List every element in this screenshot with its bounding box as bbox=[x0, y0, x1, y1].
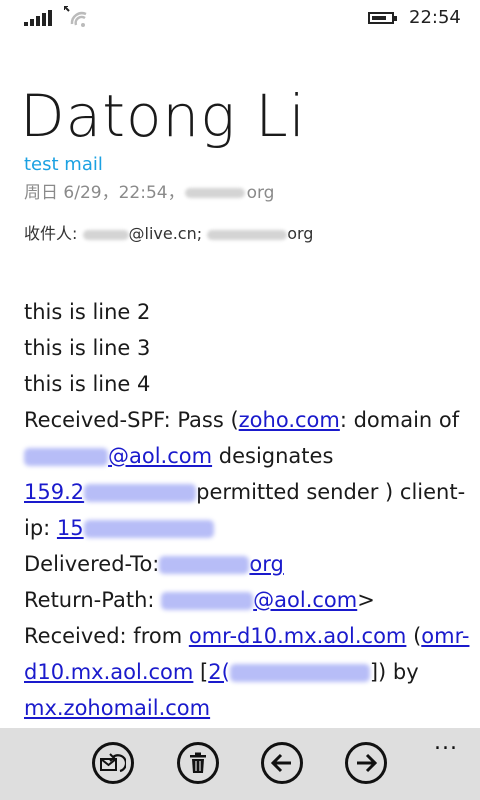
body-text: Return-Path: bbox=[24, 588, 162, 612]
wifi-icon bbox=[64, 6, 87, 27]
body-text: ]) by bbox=[369, 660, 419, 684]
status-bar: 22:54 bbox=[0, 0, 480, 36]
body-text: Received-SPF: Pass ( bbox=[24, 408, 239, 432]
link-zohomail[interactable]: mx.zohomail.com bbox=[24, 696, 210, 720]
sender-domain: org bbox=[246, 183, 275, 203]
sender-name: Datong Li bbox=[20, 82, 306, 150]
signal-strength-icon bbox=[24, 10, 54, 26]
redacted-client-ip bbox=[83, 520, 214, 538]
clock: 22:54 bbox=[409, 7, 461, 28]
body-line: @aol.com designates bbox=[24, 438, 454, 474]
body-line: 159.2 permitted sender ) client- bbox=[24, 474, 465, 510]
next-icon bbox=[357, 753, 377, 773]
previous-button[interactable] bbox=[261, 742, 303, 784]
recipient-2: org bbox=[287, 224, 314, 243]
body-text: permitted sender ) client- bbox=[196, 480, 466, 504]
app-bar: ... bbox=[0, 728, 480, 800]
body-text: Delivered-To: bbox=[24, 552, 160, 576]
body-line: mx.zohomail.com bbox=[24, 690, 454, 726]
body-line: this is line 4 bbox=[24, 372, 151, 396]
link-zoho[interactable]: zoho.com bbox=[239, 408, 340, 432]
link-client-ip[interactable]: 15 bbox=[57, 516, 84, 540]
next-button[interactable] bbox=[345, 742, 387, 784]
date-text: 周日 6/29，22:54， bbox=[24, 183, 185, 203]
body-line: ip: 15 bbox=[24, 510, 454, 546]
body-text: designates bbox=[212, 444, 334, 468]
reply-all-button[interactable] bbox=[92, 742, 134, 784]
battery-icon bbox=[368, 12, 397, 24]
body-line: Received: from omr-d10.mx.aol.com (omr- bbox=[24, 618, 469, 654]
link-return-path[interactable]: @aol.com bbox=[253, 588, 357, 612]
redacted-delivered bbox=[159, 556, 250, 574]
link-ip[interactable]: 159.2 bbox=[24, 480, 84, 504]
link-omr-2b[interactable]: d10.mx.aol.com bbox=[24, 660, 193, 684]
redacted-return-path bbox=[161, 592, 254, 610]
body-line: this is line 3 bbox=[24, 336, 151, 360]
redacted-address bbox=[24, 448, 108, 466]
redacted-sender bbox=[184, 188, 245, 198]
body-line: Return-Path: @aol.com> bbox=[24, 582, 454, 618]
redacted-ip bbox=[84, 484, 197, 502]
link-omr[interactable]: omr-d10.mx.aol.com bbox=[189, 624, 407, 648]
delete-button[interactable] bbox=[177, 742, 219, 784]
previous-icon bbox=[271, 753, 291, 773]
body-text: [ bbox=[193, 660, 209, 684]
to-label: 收件人: bbox=[24, 224, 78, 243]
recipients-line: 收件人: @live.cn; org bbox=[24, 220, 313, 244]
email-body: this is line 2 this is line 3 this is li… bbox=[24, 294, 469, 726]
redacted-recipient-2 bbox=[207, 229, 288, 240]
body-line: d10.mx.aol.com [2( ]) by bbox=[24, 654, 454, 690]
more-options-button[interactable]: ... bbox=[434, 730, 458, 755]
body-text: : domain of bbox=[339, 408, 460, 432]
body-text: > bbox=[357, 588, 375, 612]
redacted-received-ip bbox=[229, 664, 370, 682]
body-line: this is line 2 bbox=[24, 300, 151, 324]
link-delivered[interactable]: org bbox=[249, 552, 283, 576]
body-line: Delivered-To: org bbox=[24, 546, 454, 582]
link-omr-2[interactable]: omr- bbox=[421, 624, 469, 648]
link-aol-address[interactable]: @aol.com bbox=[108, 444, 212, 468]
body-text: ( bbox=[406, 624, 422, 648]
body-text: ip: bbox=[24, 516, 57, 540]
body-text: Received: from bbox=[24, 624, 189, 648]
delete-icon bbox=[190, 752, 206, 773]
reply-all-icon bbox=[100, 753, 126, 773]
link-received-ip[interactable]: 2( bbox=[208, 660, 230, 684]
email-date: 周日 6/29，22:54， org bbox=[24, 178, 274, 203]
redacted-recipient-1 bbox=[82, 229, 129, 240]
body-line: Received-SPF: Pass (zoho.com: domain of bbox=[24, 402, 459, 438]
email-subject: test mail bbox=[24, 154, 103, 175]
recipient-1: @live.cn; bbox=[128, 224, 203, 243]
